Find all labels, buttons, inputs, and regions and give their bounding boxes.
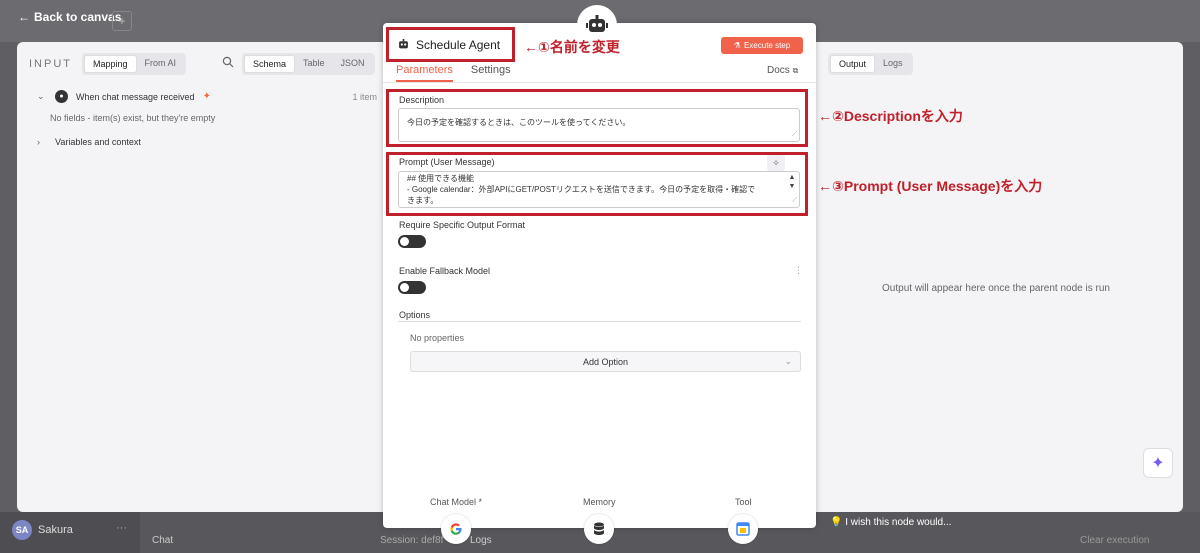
logs-panel-label[interactable]: Logs [470, 535, 492, 546]
search-icon[interactable] [222, 56, 234, 68]
tab-logs[interactable]: Logs [875, 55, 911, 73]
arrow-left-icon: ← [18, 10, 30, 24]
no-fields-message: No fields - item(s) exist, but they're e… [50, 113, 216, 123]
robot-glyph [586, 15, 608, 32]
docs-label: Docs [767, 65, 790, 76]
prompt-line-3: きます。 [407, 196, 439, 205]
prompt-scrollbar[interactable]: ▲ ▼ [787, 173, 797, 191]
external-link-icon: ⧉ [792, 66, 799, 75]
resize-handle-icon[interactable]: ⟋ [792, 129, 797, 140]
docs-link[interactable]: Docs ⧉ [767, 65, 798, 76]
execute-step-button[interactable]: ⚗ Execute step [721, 37, 803, 54]
trigger-node-row[interactable]: ⌄ ● When chat message received ✦ 1 item [37, 90, 377, 103]
ai-assistant-button[interactable]: ✦ [1143, 448, 1173, 478]
google-glyph [450, 523, 462, 535]
add-option-label: Add Option [582, 356, 629, 367]
tab-table[interactable]: Table [295, 55, 333, 73]
input-view-switch: Schema Table JSON [242, 53, 375, 75]
node-tabs: Parameters Settings [396, 64, 511, 82]
tabs-divider [383, 82, 816, 83]
execute-step-label: Execute step [743, 41, 791, 50]
memory-label: Memory [583, 497, 616, 507]
user-more-icon[interactable]: ··· [116, 522, 127, 534]
fallback-toggle[interactable] [398, 281, 426, 294]
trigger-node-name: When chat message received [76, 91, 195, 102]
output-format-label: Require Specific Output Format [399, 220, 526, 230]
description-value: 今日の予定を確認するときは、このツールを使ってください。 [407, 118, 631, 127]
wish-feedback-link[interactable]: 💡 I wish this node would... [830, 517, 951, 528]
back-to-canvas-link[interactable]: ← Back to canvas [18, 10, 121, 24]
calendar-glyph [736, 522, 750, 536]
scroll-down-icon[interactable]: ▼ [787, 182, 797, 191]
output-empty-message: Output will appear here once the parent … [882, 283, 1110, 294]
wish-feedback-label: I wish this node would... [845, 517, 952, 528]
input-title: INPUT [29, 58, 72, 70]
back-to-canvas-label: Back to canvas [34, 10, 122, 24]
chevron-down-icon[interactable]: ⌄ [37, 91, 47, 102]
tab-mapping[interactable]: Mapping [84, 55, 137, 73]
database-glyph [594, 522, 604, 535]
tab-json[interactable]: JSON [333, 55, 373, 73]
database-icon[interactable] [584, 514, 614, 544]
lightbulb-icon: 💡 [830, 517, 846, 528]
google-icon[interactable] [441, 514, 471, 544]
options-label: Options [399, 310, 431, 320]
no-properties-text: No properties [410, 333, 465, 343]
prompt-input[interactable]: ## 使用できる機能 - Google calendar：外部APIにGET/P… [398, 171, 800, 208]
chat-panel-label[interactable]: Chat [152, 535, 173, 546]
fallback-label: Enable Fallback Model [399, 266, 491, 276]
flask-icon: ⚗ [733, 41, 741, 50]
node-name-field[interactable]: Schedule Agent [386, 27, 515, 62]
user-name: Sakura [38, 524, 73, 536]
prompt-line-2: - Google calendar：外部APIにGET/POSTリクエストを送信… [407, 185, 756, 194]
output-tabs: Output Logs [828, 53, 913, 75]
add-option-dropdown[interactable]: Add Option ⌄ [410, 351, 801, 372]
input-mode-switch: Mapping From AI [82, 53, 187, 75]
prompt-line-1: ## 使用できる機能 [407, 174, 474, 183]
tab-output[interactable]: Output [830, 55, 876, 73]
output-format-toggle[interactable] [398, 235, 426, 248]
robot-small-icon [399, 39, 408, 49]
annotation-description: ←②Descriptionを入力 [818, 108, 963, 124]
sparkle-icon: ✦ [1151, 455, 1165, 472]
description-input[interactable]: 今日の予定を確認するときは、このツールを使ってください。 ⟋ [398, 108, 800, 142]
prompt-ai-sparkle-icon[interactable]: ✧ [767, 155, 785, 171]
clear-execution-button[interactable]: Clear execution [1080, 535, 1149, 546]
node-name: Schedule Agent [416, 37, 501, 52]
tab-schema[interactable]: Schema [244, 55, 296, 73]
session-label: Session: def8f [380, 535, 444, 546]
chevron-right-icon[interactable]: › [37, 137, 47, 147]
add-node-button[interactable]: + [112, 11, 132, 31]
resize-handle-icon[interactable]: ⟋ [792, 195, 797, 206]
options-divider [398, 321, 801, 322]
input-header: INPUT Mapping From AI [29, 53, 187, 75]
input-panel: INPUT Mapping From AI Schema Table JSON … [17, 42, 384, 512]
more-options-icon[interactable]: ⋮ [794, 265, 803, 276]
variables-row[interactable]: › Variables and context [37, 137, 141, 147]
google-calendar-icon[interactable] [728, 514, 758, 544]
avatar[interactable]: SA [12, 520, 32, 540]
chat-model-label: Chat Model * [430, 497, 483, 507]
tab-from-ai[interactable]: From AI [137, 55, 185, 73]
tab-parameters[interactable]: Parameters [396, 64, 453, 82]
chat-bubble-icon: ● [55, 90, 68, 103]
description-label: Description [399, 95, 445, 105]
variables-label: Variables and context [55, 137, 141, 147]
item-count: 1 item [352, 91, 377, 102]
annotation-rename: ←①名前を変更 [524, 39, 620, 55]
scroll-up-icon[interactable]: ▲ [787, 173, 797, 182]
prompt-label: Prompt (User Message) [399, 157, 495, 167]
annotation-prompt: ←③Prompt (User Message)を入力 [818, 178, 1043, 194]
chevron-down-icon: ⌄ [784, 356, 792, 366]
bolt-icon: ✦ [202, 91, 211, 102]
tool-label: Tool [735, 497, 752, 507]
tab-settings[interactable]: Settings [471, 64, 511, 82]
